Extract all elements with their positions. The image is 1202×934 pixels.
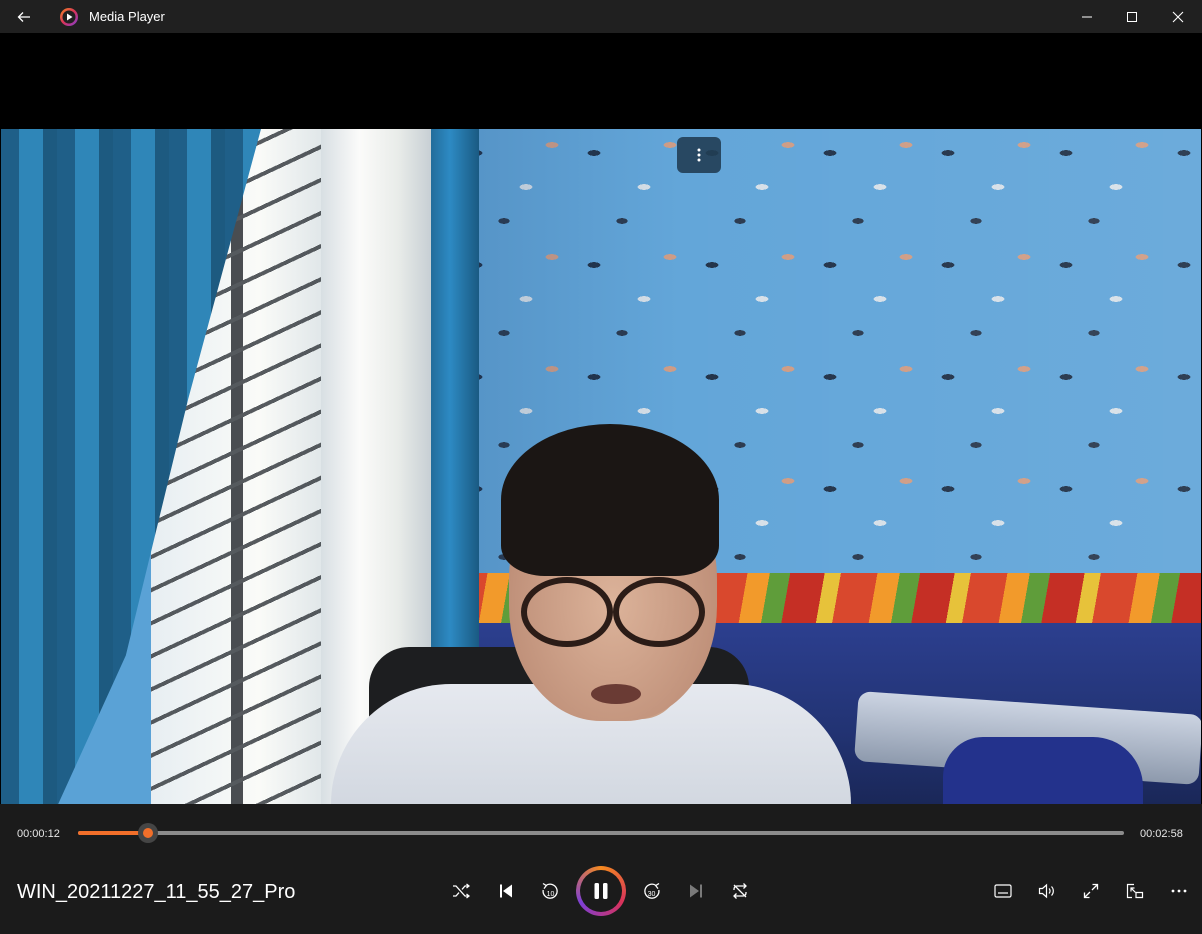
- forward-30-icon: 30: [644, 882, 660, 899]
- previous-button[interactable]: [486, 871, 526, 911]
- more-horizontal-icon: [1171, 889, 1187, 893]
- rewind-10-label: 10: [547, 891, 555, 898]
- video-area[interactable]: [1, 33, 1201, 804]
- media-player-logo-icon: [59, 7, 79, 27]
- fullscreen-button[interactable]: [1071, 871, 1111, 911]
- back-button[interactable]: [8, 2, 40, 32]
- video-frame: [1, 129, 1201, 804]
- minimize-button[interactable]: [1064, 0, 1110, 33]
- maximize-icon: [1127, 11, 1137, 22]
- repeat-icon: [733, 883, 747, 899]
- rewind-10-icon: 10: [542, 882, 558, 899]
- previous-icon: [500, 884, 512, 898]
- captions-button[interactable]: [983, 871, 1023, 911]
- repeat-button[interactable]: [720, 871, 760, 911]
- forward-30-label: 30: [648, 891, 656, 898]
- back-arrow-icon: [17, 12, 30, 22]
- mini-player-button[interactable]: [1115, 871, 1155, 911]
- fullscreen-icon: [1083, 883, 1099, 899]
- total-time: 00:02:58: [1140, 828, 1183, 840]
- current-time: 00:00:12: [17, 828, 60, 840]
- volume-icon: [1038, 883, 1054, 899]
- rewind-10-button[interactable]: 10: [530, 871, 570, 911]
- mini-player-icon: [1126, 883, 1144, 899]
- media-player-window: Media Player 00:00:12 00:02:58 WIN_20211…: [0, 0, 1202, 934]
- captions-icon: [994, 884, 1012, 898]
- play-pause-button[interactable]: [576, 866, 626, 916]
- close-icon: [1172, 11, 1184, 22]
- shuffle-icon: [453, 883, 470, 899]
- next-icon: [690, 884, 702, 898]
- seek-thumb[interactable]: [138, 823, 159, 843]
- minimize-icon: [1082, 16, 1092, 17]
- pause-icon: [594, 883, 608, 899]
- more-options-button[interactable]: [1159, 871, 1199, 911]
- seek-bar[interactable]: [78, 823, 1124, 843]
- control-bar: 00:00:12 00:02:58 WIN_20211227_11_55_27_…: [0, 804, 1202, 934]
- shuffle-button[interactable]: [441, 871, 481, 911]
- volume-button[interactable]: [1027, 871, 1067, 911]
- app-title: Media Player: [89, 9, 165, 24]
- media-title: WIN_20211227_11_55_27_Pro: [17, 881, 296, 903]
- close-button[interactable]: [1155, 0, 1201, 33]
- more-vertical-icon: [697, 148, 701, 162]
- next-button[interactable]: [676, 871, 716, 911]
- video-options-button[interactable]: [677, 137, 721, 173]
- maximize-button[interactable]: [1109, 0, 1155, 33]
- title-bar: Media Player: [0, 0, 1202, 33]
- forward-30-button[interactable]: 30: [632, 871, 672, 911]
